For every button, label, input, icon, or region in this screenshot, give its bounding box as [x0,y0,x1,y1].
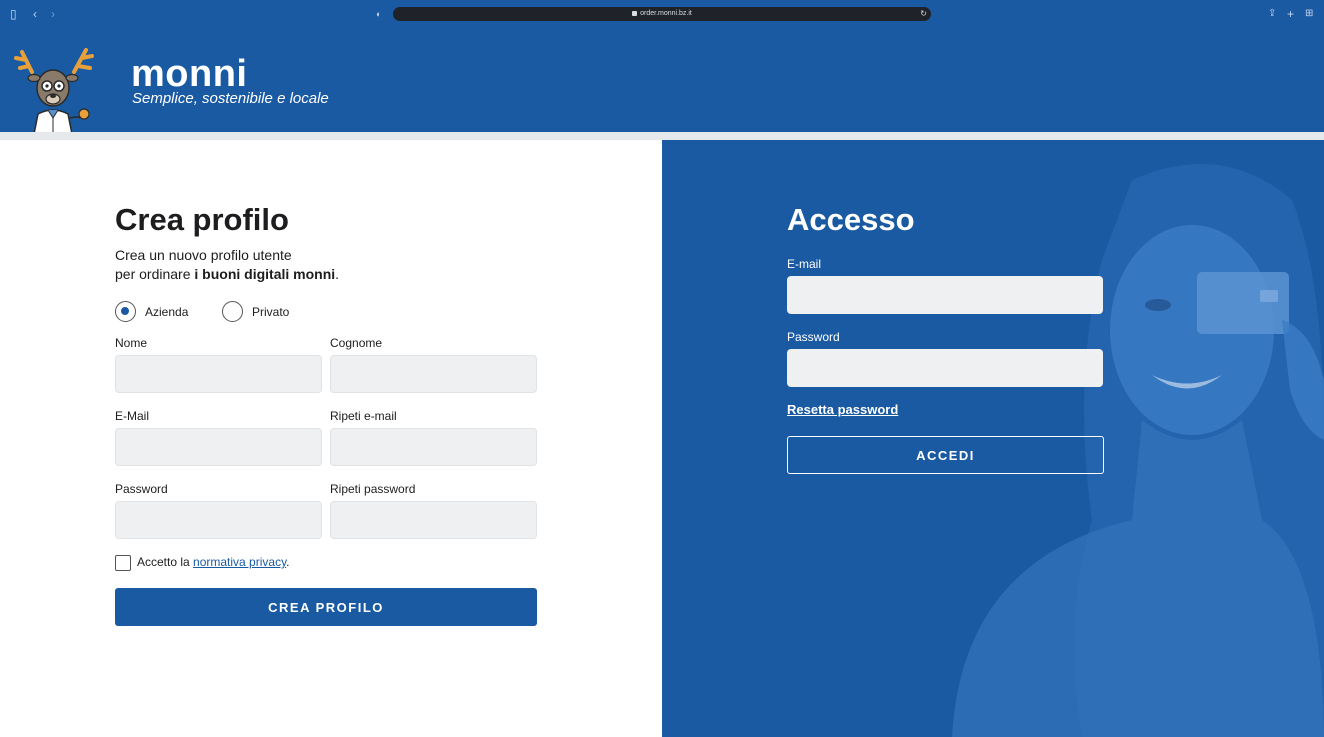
password-field[interactable] [115,501,322,539]
radio-company-label[interactable]: Azienda [145,305,188,319]
repeat-email-label: Ripeti e-mail [330,409,397,423]
login-password-field[interactable] [787,349,1103,387]
last-name-label: Cognome [330,336,383,350]
back-icon[interactable]: ‹ [33,7,37,21]
privacy-policy-link[interactable]: normativa privacy [193,555,286,569]
register-title: Crea profilo [115,202,289,237]
register-intro: Crea un nuovo profilo utente per ordinar… [115,246,339,284]
intro-highlight: i buoni digitali monni [194,266,336,282]
browser-toolbar: ▯ ‹ › ◐ order.monni.bz.it ↻ ⇪ + ⊞ [0,0,1324,28]
header-divider [0,132,1324,140]
privacy-consent-text: Accetto la normativa privacy. [137,555,290,569]
login-email-field[interactable] [787,276,1103,314]
first-name-field[interactable] [115,355,322,393]
intro-line-2: per ordinare i buoni digitali monni. [115,266,340,282]
share-icon[interactable]: ⇪ [1268,7,1276,21]
last-name-field[interactable] [330,355,537,393]
repeat-password-field[interactable] [330,501,537,539]
lock-icon [632,10,638,16]
privacy-shield-icon[interactable]: ◐ [376,7,381,21]
forward-icon[interactable]: › [51,7,55,21]
reset-password-link[interactable]: Resetta password [787,402,898,417]
radio-private[interactable] [222,301,243,322]
radio-company[interactable] [115,301,136,322]
intro-line-1: Crea un nuovo profilo utente [115,247,292,263]
register-panel: Crea profilo Crea un nuovo profilo utent… [0,140,662,737]
login-password-label: Password [787,330,840,344]
brand-tagline: Semplice, sostenibile e locale [132,90,329,107]
repeat-email-field[interactable] [330,428,537,466]
privacy-checkbox[interactable] [115,555,131,571]
url-text: order.monni.bz.it [640,10,692,17]
address-bar[interactable]: order.monni.bz.it ↻ [393,7,931,21]
password-label: Password [115,482,168,496]
site-header: monni Semplice, sostenibile e locale [0,28,1324,134]
tab-overview-icon[interactable]: ⊞ [1305,7,1313,21]
create-profile-button[interactable]: CREA PROFILO [115,588,537,626]
login-panel: Accesso E-mail Password Resetta password… [662,140,1324,737]
login-email-label: E-mail [787,257,822,271]
login-title: Accesso [787,202,915,237]
email-label: E-Mail [115,409,150,423]
first-name-label: Nome [115,336,148,350]
email-field[interactable] [115,428,322,466]
repeat-password-label: Ripeti password [330,482,416,496]
login-button[interactable]: ACCEDI [787,436,1104,474]
sidebar-toggle-icon[interactable]: ▯ [10,7,17,21]
radio-private-label[interactable]: Privato [252,305,289,319]
deer-mascot-logo[interactable] [12,44,98,134]
new-tab-icon[interactable]: + [1287,7,1294,21]
reload-icon[interactable]: ↻ [920,7,927,21]
